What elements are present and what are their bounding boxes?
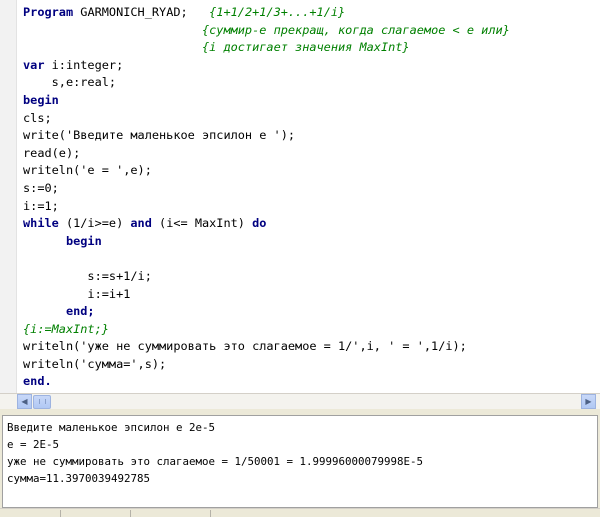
code-token: writeln('сумма=',s); xyxy=(23,356,167,371)
output-line: уже не суммировать это слагаемое = 1/500… xyxy=(7,455,424,468)
code-line: s:=0; xyxy=(23,180,510,198)
scroll-right-arrow-icon[interactable]: ▶ xyxy=(581,394,596,409)
code-token: read(e); xyxy=(23,145,81,160)
code-token: writeln('уже не суммировать это слагаемо… xyxy=(23,339,467,354)
code-line: writeln('уже не суммировать это слагаемо… xyxy=(23,338,510,356)
code-line: s:=s+1/i; xyxy=(23,268,510,286)
code-keyword: end; xyxy=(65,304,95,319)
code-line: var i:integer; xyxy=(23,57,510,75)
code-line: begin xyxy=(23,233,510,251)
code-line: writeln('сумма=',s); xyxy=(23,356,510,374)
code-editor[interactable]: Program GARMONICH_RYAD; {1+1/2+1/3+...+1… xyxy=(0,0,600,393)
code-comment: {1+1/2+1/3+...+1/i} xyxy=(209,5,346,19)
code-line: i:=i+1 xyxy=(23,286,510,304)
code-comment: {суммир-е прекращ, когда слагаемое < e и… xyxy=(201,22,510,37)
scrollbar-thumb[interactable] xyxy=(33,395,51,409)
code-keyword: do xyxy=(252,216,267,231)
code-line: writeln('e = ',e); xyxy=(23,162,510,180)
output-line: сумма=11.3970039492785 xyxy=(7,472,151,485)
code-token: GARMONICH_RYAD; xyxy=(73,5,210,19)
code-token: s,e:real; xyxy=(23,75,117,90)
output-line: Введите маленькое эпсилон e 2e-5 xyxy=(7,421,216,434)
code-line: s,e:real; xyxy=(23,74,510,92)
code-text[interactable]: Program GARMONICH_RYAD; {1+1/2+1/3+...+1… xyxy=(23,4,510,391)
code-token: cls; xyxy=(23,110,52,125)
editor-horizontal-scrollbar[interactable]: ◀ ▶ xyxy=(0,393,600,410)
code-token: writeln('e = ',e); xyxy=(23,163,152,178)
code-keyword: Program xyxy=(23,5,74,19)
code-line: cls; xyxy=(23,110,510,128)
code-line: end. xyxy=(23,373,510,391)
output-text: Введите маленькое эпсилон e 2e-5 e = 2E-5… xyxy=(7,419,423,487)
code-keyword: while xyxy=(23,216,59,231)
code-token: s:=s+1/i; xyxy=(23,268,152,283)
code-line: i:=1; xyxy=(23,198,510,216)
code-keyword: end. xyxy=(23,374,52,389)
code-token: s:=0; xyxy=(23,180,59,195)
code-token: i:=1; xyxy=(23,198,59,213)
code-keyword: var xyxy=(23,57,45,72)
code-comment: {i достигает значения MaxInt} xyxy=(201,40,410,55)
code-line: while (1/i>=e) and (i<= MaxInt) do xyxy=(23,215,510,233)
code-token: i:integer; xyxy=(44,57,124,72)
code-comment: {i:=MaxInt;} xyxy=(23,321,109,336)
code-keyword: begin xyxy=(23,92,59,107)
code-keyword: begin xyxy=(65,233,102,248)
code-keyword: and xyxy=(130,216,152,231)
output-line: e = 2E-5 xyxy=(7,438,60,451)
code-line: read(e); xyxy=(23,145,510,163)
code-token: write('Введите маленькое эпсилон e '); xyxy=(23,128,296,143)
editor-gutter xyxy=(0,0,17,393)
code-line: {суммир-е прекращ, когда слагаемое < e и… xyxy=(23,22,510,40)
code-line: end; xyxy=(23,303,510,321)
code-line: Program GARMONICH_RYAD; {1+1/2+1/3+...+1… xyxy=(23,4,510,22)
code-line: {i достигает значения MaxInt} xyxy=(23,39,510,57)
code-token: (i<= MaxInt) xyxy=(151,216,253,231)
code-line: write('Введите маленькое эпсилон e '); xyxy=(23,127,510,145)
code-token: (1/i>=e) xyxy=(58,216,131,231)
code-token: i:=i+1 xyxy=(23,286,131,301)
code-line: {i:=MaxInt;} xyxy=(23,321,510,339)
scroll-left-arrow-icon[interactable]: ◀ xyxy=(17,394,32,409)
code-line: begin xyxy=(23,92,510,110)
output-window[interactable]: Введите маленькое эпсилон e 2e-5 e = 2E-5… xyxy=(2,415,598,508)
